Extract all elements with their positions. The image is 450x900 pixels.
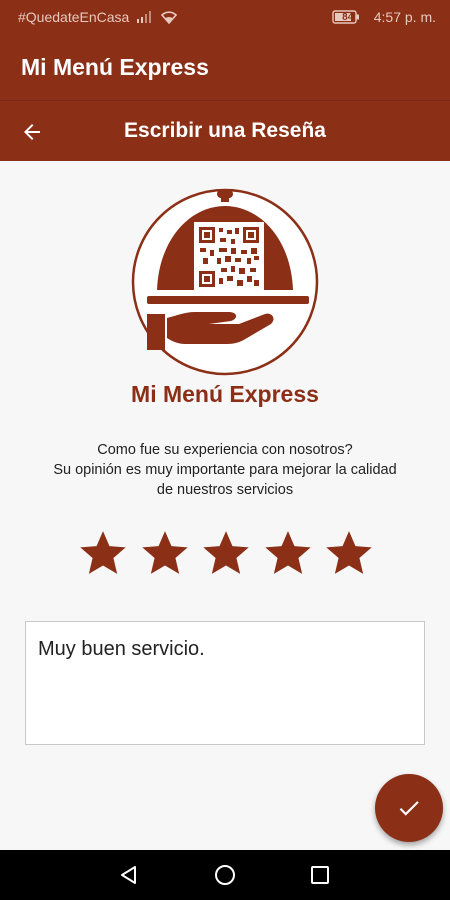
system-nav-bar — [0, 850, 450, 900]
review-prompt: Como fue su experiencia con nosotros? Su… — [10, 440, 440, 500]
recents-square-icon — [311, 866, 329, 884]
screen-title: Escribir una Reseña — [124, 119, 326, 142]
carrier-label: #QuedateEnCasa — [18, 9, 130, 25]
review-text: Muy buen servicio. — [38, 638, 205, 660]
signal-icon — [137, 11, 153, 23]
cloche-qr-logo — [131, 188, 319, 376]
review-text-field[interactable]: Muy buen servicio. — [25, 621, 425, 745]
brand-name: Mi Menú Express — [131, 381, 319, 407]
star-rating — [78, 528, 374, 584]
submit-review-button[interactable] — [375, 774, 443, 842]
app-bar: Mi Menú Express — [0, 34, 450, 100]
prompt-line-3: de nuestros servicios — [156, 482, 294, 498]
check-icon — [399, 801, 419, 816]
star-1-icon[interactable] — [78, 528, 128, 578]
star-5-icon[interactable] — [324, 528, 374, 578]
clock: 4:57 p. m. — [373, 9, 436, 25]
nav-recents-button[interactable] — [307, 862, 333, 888]
prompt-line-2: Su opinión es muy importante para mejora… — [53, 462, 397, 478]
star-4-icon[interactable] — [263, 528, 313, 578]
nav-back-button[interactable] — [116, 862, 142, 888]
battery-level: 84 — [342, 11, 354, 23]
app-title: Mi Menú Express — [21, 53, 209, 80]
wifi-icon — [161, 10, 178, 24]
nav-home-button[interactable] — [212, 862, 238, 888]
back-triangle-icon — [121, 866, 136, 884]
status-bar: #QuedateEnCasa 84 4:57 p. m. — [0, 0, 450, 34]
toolbar: Escribir una Reseña — [0, 101, 450, 161]
home-circle-icon — [215, 865, 235, 885]
star-3-icon[interactable] — [201, 528, 251, 578]
prompt-line-1: Como fue su experiencia con nosotros? — [97, 442, 353, 458]
star-2-icon[interactable] — [140, 528, 190, 578]
